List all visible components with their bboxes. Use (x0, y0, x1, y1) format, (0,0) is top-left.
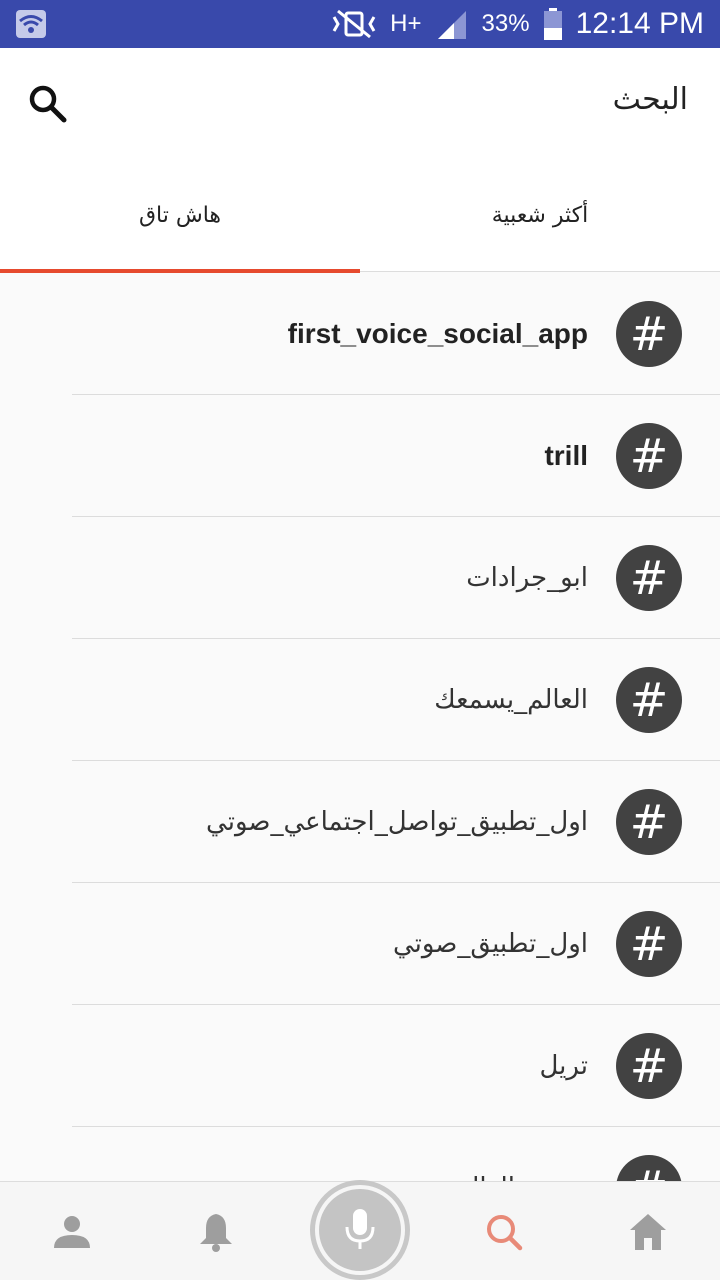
hashtag-icon: # (616, 423, 682, 489)
list-item[interactable]: # first_voice_social_app (0, 273, 720, 395)
record-button-core (319, 1189, 401, 1271)
list-item[interactable]: # ابو_جرادات (0, 517, 720, 639)
nav-home[interactable] (598, 1182, 698, 1280)
page-title: البحث (612, 82, 688, 117)
tab-hashtag-label: هاش تاق (138, 202, 222, 228)
clock: 12:14 PM (575, 7, 704, 40)
tab-most-popular[interactable]: أكثر شعبية (360, 158, 720, 272)
hashtag-label: العالم_يسمعك (434, 685, 588, 715)
search-icon (487, 1214, 523, 1250)
hashtag-icon: # (616, 545, 682, 611)
hashtag-icon: # (616, 667, 682, 733)
list-item[interactable]: # اول_تطبيق_تواصل_اجتماعي_صوتي (0, 761, 720, 883)
list-item[interactable]: # تريل (0, 1005, 720, 1127)
home-icon (630, 1213, 666, 1250)
tab-most-popular-label: أكثر شعبية (491, 202, 589, 228)
mic-icon (345, 1209, 375, 1249)
hashtag-label: trill (544, 440, 588, 471)
hashtag-label: تريل (539, 1051, 588, 1081)
hashtag-list: # first_voice_social_app # trill # ابو_ج… (0, 273, 720, 1181)
status-bar: H+ 33% 12:14 PM (0, 0, 720, 48)
hashtag-label: اول_تطبيق_تواصل_اجتماعي_صوتي (206, 807, 588, 837)
hashtag-label: ابو_جرادات (466, 563, 588, 593)
wifi-icon (16, 10, 46, 38)
hashtag-icon: # (616, 1033, 682, 1099)
hashtag-label: صوت_العالم (454, 1127, 588, 1181)
list-item[interactable]: # صوت_العالم (0, 1127, 720, 1181)
battery-icon (543, 8, 562, 40)
list-item[interactable]: # اول_تطبيق_صوتي (0, 883, 720, 1005)
tab-bar: هاش تاق أكثر شعبية (0, 158, 720, 273)
nav-search[interactable] (454, 1182, 554, 1280)
record-button[interactable] (310, 1180, 410, 1280)
nav-profile[interactable] (22, 1182, 122, 1280)
network-type: H+ (390, 10, 422, 37)
hashtag-label: first_voice_social_app (287, 318, 588, 349)
profile-icon (54, 1215, 90, 1248)
tab-hashtag[interactable]: هاش تاق (0, 158, 360, 273)
hashtag-icon: # (616, 301, 682, 367)
search-icon[interactable] (26, 82, 70, 126)
app-header: البحث (0, 48, 720, 158)
nav-notifications[interactable] (166, 1182, 266, 1280)
list-item[interactable]: # trill (0, 395, 720, 517)
vibrate-mute-icon (332, 9, 376, 39)
hashtag-icon: # (616, 789, 682, 855)
hashtag-label: اول_تطبيق_صوتي (392, 929, 588, 959)
signal-icon (437, 11, 466, 39)
bell-icon (200, 1213, 232, 1252)
hashtag-icon: # (616, 1155, 682, 1181)
list-item[interactable]: # العالم_يسمعك (0, 639, 720, 761)
hashtag-icon: # (616, 911, 682, 977)
battery-percent: 33% (481, 10, 530, 37)
